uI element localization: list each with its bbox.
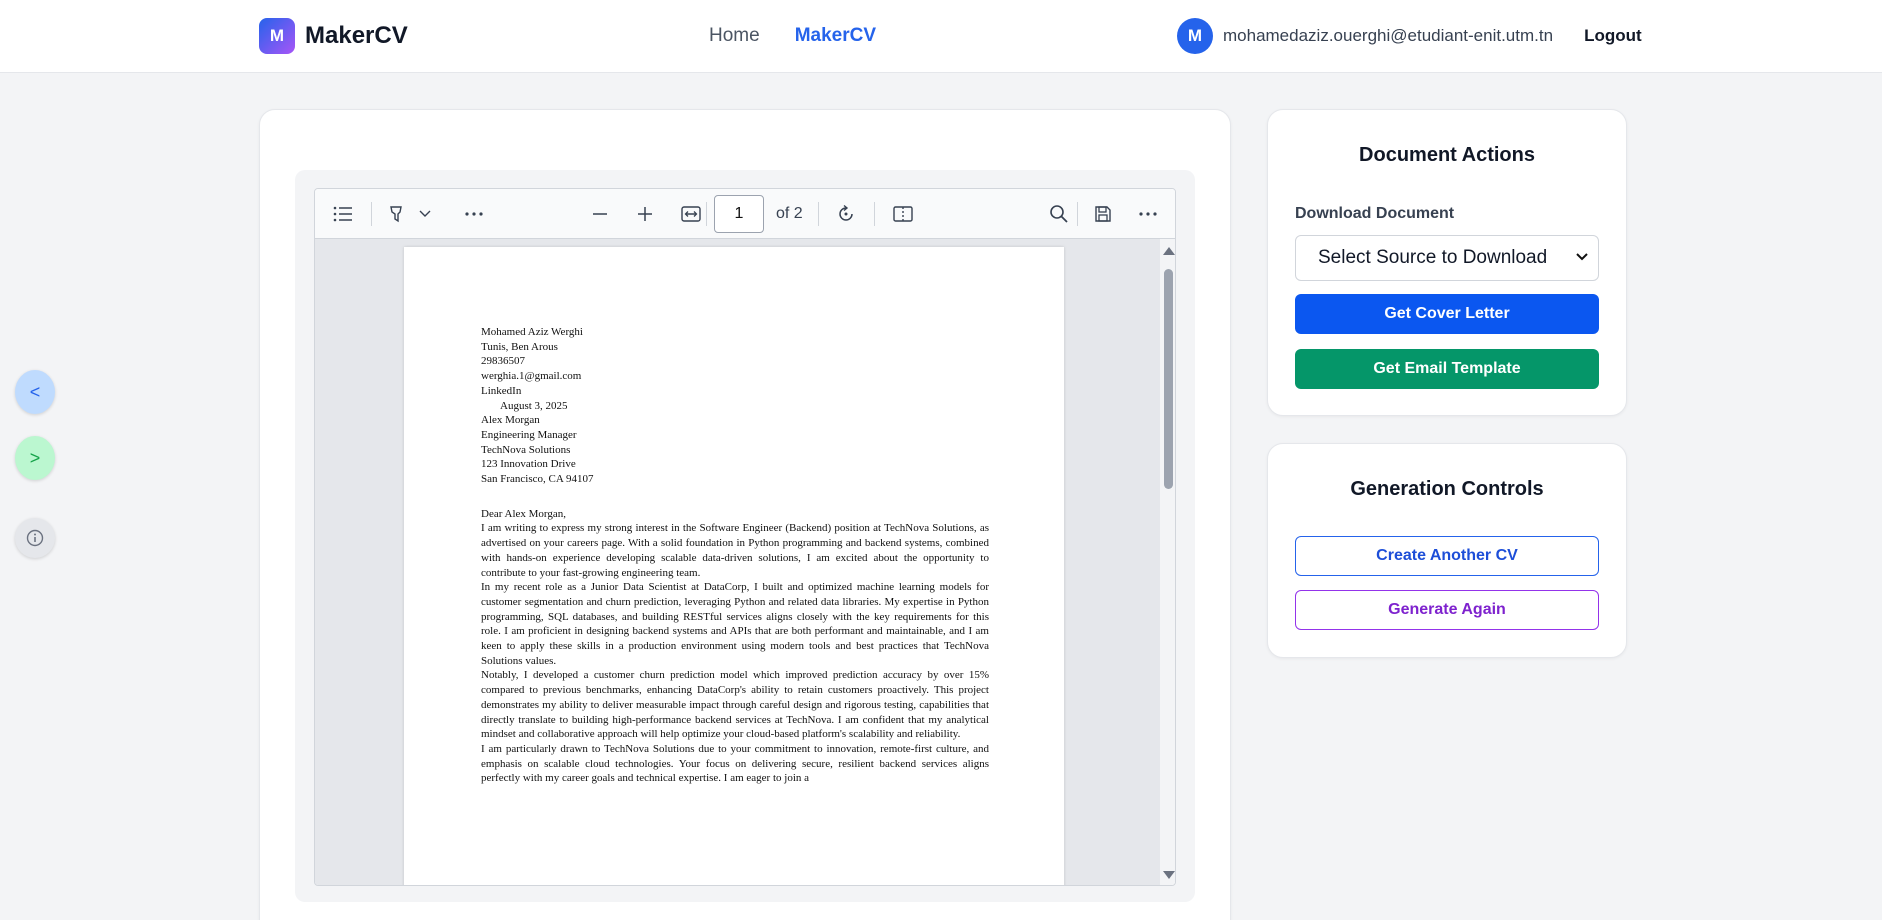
zoom-out-icon[interactable] bbox=[587, 201, 613, 227]
info-icon[interactable] bbox=[15, 518, 55, 558]
brand-logo[interactable]: M MakerCV bbox=[259, 18, 408, 54]
toolbar-divider bbox=[874, 202, 875, 226]
scroll-up-arrow-icon[interactable] bbox=[1163, 247, 1175, 255]
zoom-in-icon[interactable] bbox=[632, 201, 658, 227]
rotate-icon[interactable] bbox=[833, 201, 859, 227]
letter-paragraph: Notably, I developed a customer churn pr… bbox=[481, 669, 989, 741]
download-label: Download Document bbox=[1295, 205, 1455, 222]
get-email-template-button[interactable]: Get Email Template bbox=[1295, 349, 1599, 389]
chevron-down-icon bbox=[1576, 250, 1588, 264]
brand-name: MakerCV bbox=[305, 22, 408, 49]
letter-date: August 3, 2025 bbox=[500, 399, 568, 412]
fit-width-icon[interactable] bbox=[678, 201, 704, 227]
get-cover-letter-button[interactable]: Get Cover Letter bbox=[1295, 294, 1599, 334]
recipient-line: San Francisco, CA 94107 bbox=[481, 473, 594, 486]
user-menu: M mohamedaziz.ouerghi@etudiant-enit.utm.… bbox=[1177, 18, 1642, 54]
nav-home-link[interactable]: Home bbox=[709, 25, 760, 47]
pdf-canvas: Mohamed Aziz Werghi Tunis, Ben Arous 298… bbox=[315, 239, 1160, 885]
save-icon[interactable] bbox=[1090, 201, 1116, 227]
vertical-scrollbar[interactable] bbox=[1160, 239, 1175, 885]
sender-line: 29836507 bbox=[481, 355, 525, 368]
document-actions-card: Document Actions Download Document Selec… bbox=[1267, 109, 1627, 416]
recipient-line: Engineering Manager bbox=[481, 428, 577, 441]
cover-letter-content: Mohamed Aziz Werghi Tunis, Ben Arous 298… bbox=[481, 325, 989, 786]
previous-button[interactable]: < bbox=[15, 370, 55, 414]
toolbar-divider bbox=[706, 202, 707, 226]
sender-line: werghia.1@gmail.com bbox=[481, 370, 582, 383]
pdf-page: Mohamed Aziz Werghi Tunis, Ben Arous 298… bbox=[404, 247, 1064, 885]
recipient-line: 123 Innovation Drive bbox=[481, 458, 576, 471]
pdf-toolbar: 1 of 2 bbox=[315, 189, 1175, 239]
nav-makercv-link[interactable]: MakerCV bbox=[795, 25, 876, 47]
recipient-block: Alex Morgan Engineering Manager TechNova… bbox=[481, 413, 989, 487]
letter-paragraph: In my recent role as a Junior Data Scien… bbox=[481, 581, 989, 667]
next-button[interactable]: > bbox=[15, 436, 55, 480]
generate-again-button[interactable]: Generate Again bbox=[1295, 590, 1599, 630]
scroll-down-arrow-icon[interactable] bbox=[1163, 871, 1175, 879]
sender-block: Mohamed Aziz Werghi Tunis, Ben Arous 298… bbox=[481, 325, 989, 399]
toolbar-divider bbox=[371, 202, 372, 226]
sender-line: Tunis, Ben Arous bbox=[481, 340, 558, 353]
toolbar-divider bbox=[1077, 202, 1078, 226]
logout-button[interactable]: Logout bbox=[1584, 26, 1642, 46]
page-total: of 2 bbox=[776, 205, 803, 222]
page-number-input[interactable]: 1 bbox=[714, 195, 764, 233]
letter-paragraph: I am particularly drawn to TechNova Solu… bbox=[481, 742, 989, 785]
more-options-icon[interactable] bbox=[461, 201, 487, 227]
search-icon[interactable] bbox=[1046, 201, 1072, 227]
sender-line: LinkedIn bbox=[481, 384, 522, 397]
create-another-cv-button[interactable]: Create Another CV bbox=[1295, 536, 1599, 576]
logo-badge: M bbox=[259, 18, 295, 54]
toolbar-divider bbox=[818, 202, 819, 226]
recipient-line: TechNova Solutions bbox=[481, 443, 571, 456]
salutation: Dear Alex Morgan, bbox=[481, 507, 567, 520]
generation-controls-card: Generation Controls Create Another CV Ge… bbox=[1267, 443, 1627, 658]
document-actions-title: Document Actions bbox=[1359, 144, 1535, 166]
highlight-icon[interactable] bbox=[384, 201, 410, 227]
more-options-icon[interactable] bbox=[1135, 201, 1161, 227]
top-nav-bar: M MakerCV Home MakerCV M mohamedaziz.oue… bbox=[0, 0, 1882, 73]
chevron-down-icon[interactable] bbox=[412, 201, 438, 227]
generation-controls-title: Generation Controls bbox=[1350, 478, 1544, 500]
scrollbar-thumb[interactable] bbox=[1164, 269, 1173, 489]
sender-line: Mohamed Aziz Werghi bbox=[481, 326, 583, 338]
main-nav: Home MakerCV bbox=[709, 25, 876, 47]
letter-paragraph: I am writing to express my strong intere… bbox=[481, 522, 989, 579]
user-email: mohamedaziz.ouerghi@etudiant-enit.utm.tn bbox=[1223, 26, 1554, 45]
recipient-line: Alex Morgan bbox=[481, 414, 540, 427]
two-page-view-icon[interactable] bbox=[890, 201, 916, 227]
avatar: M bbox=[1177, 18, 1213, 54]
outline-icon[interactable] bbox=[330, 201, 356, 227]
download-source-select[interactable]: Select Source to Download bbox=[1295, 235, 1599, 281]
select-value: Select Source to Download bbox=[1318, 247, 1548, 268]
pdf-viewer: 1 of 2 Mohamed Aziz Werghi Tunis, Ben Ar… bbox=[314, 188, 1176, 886]
